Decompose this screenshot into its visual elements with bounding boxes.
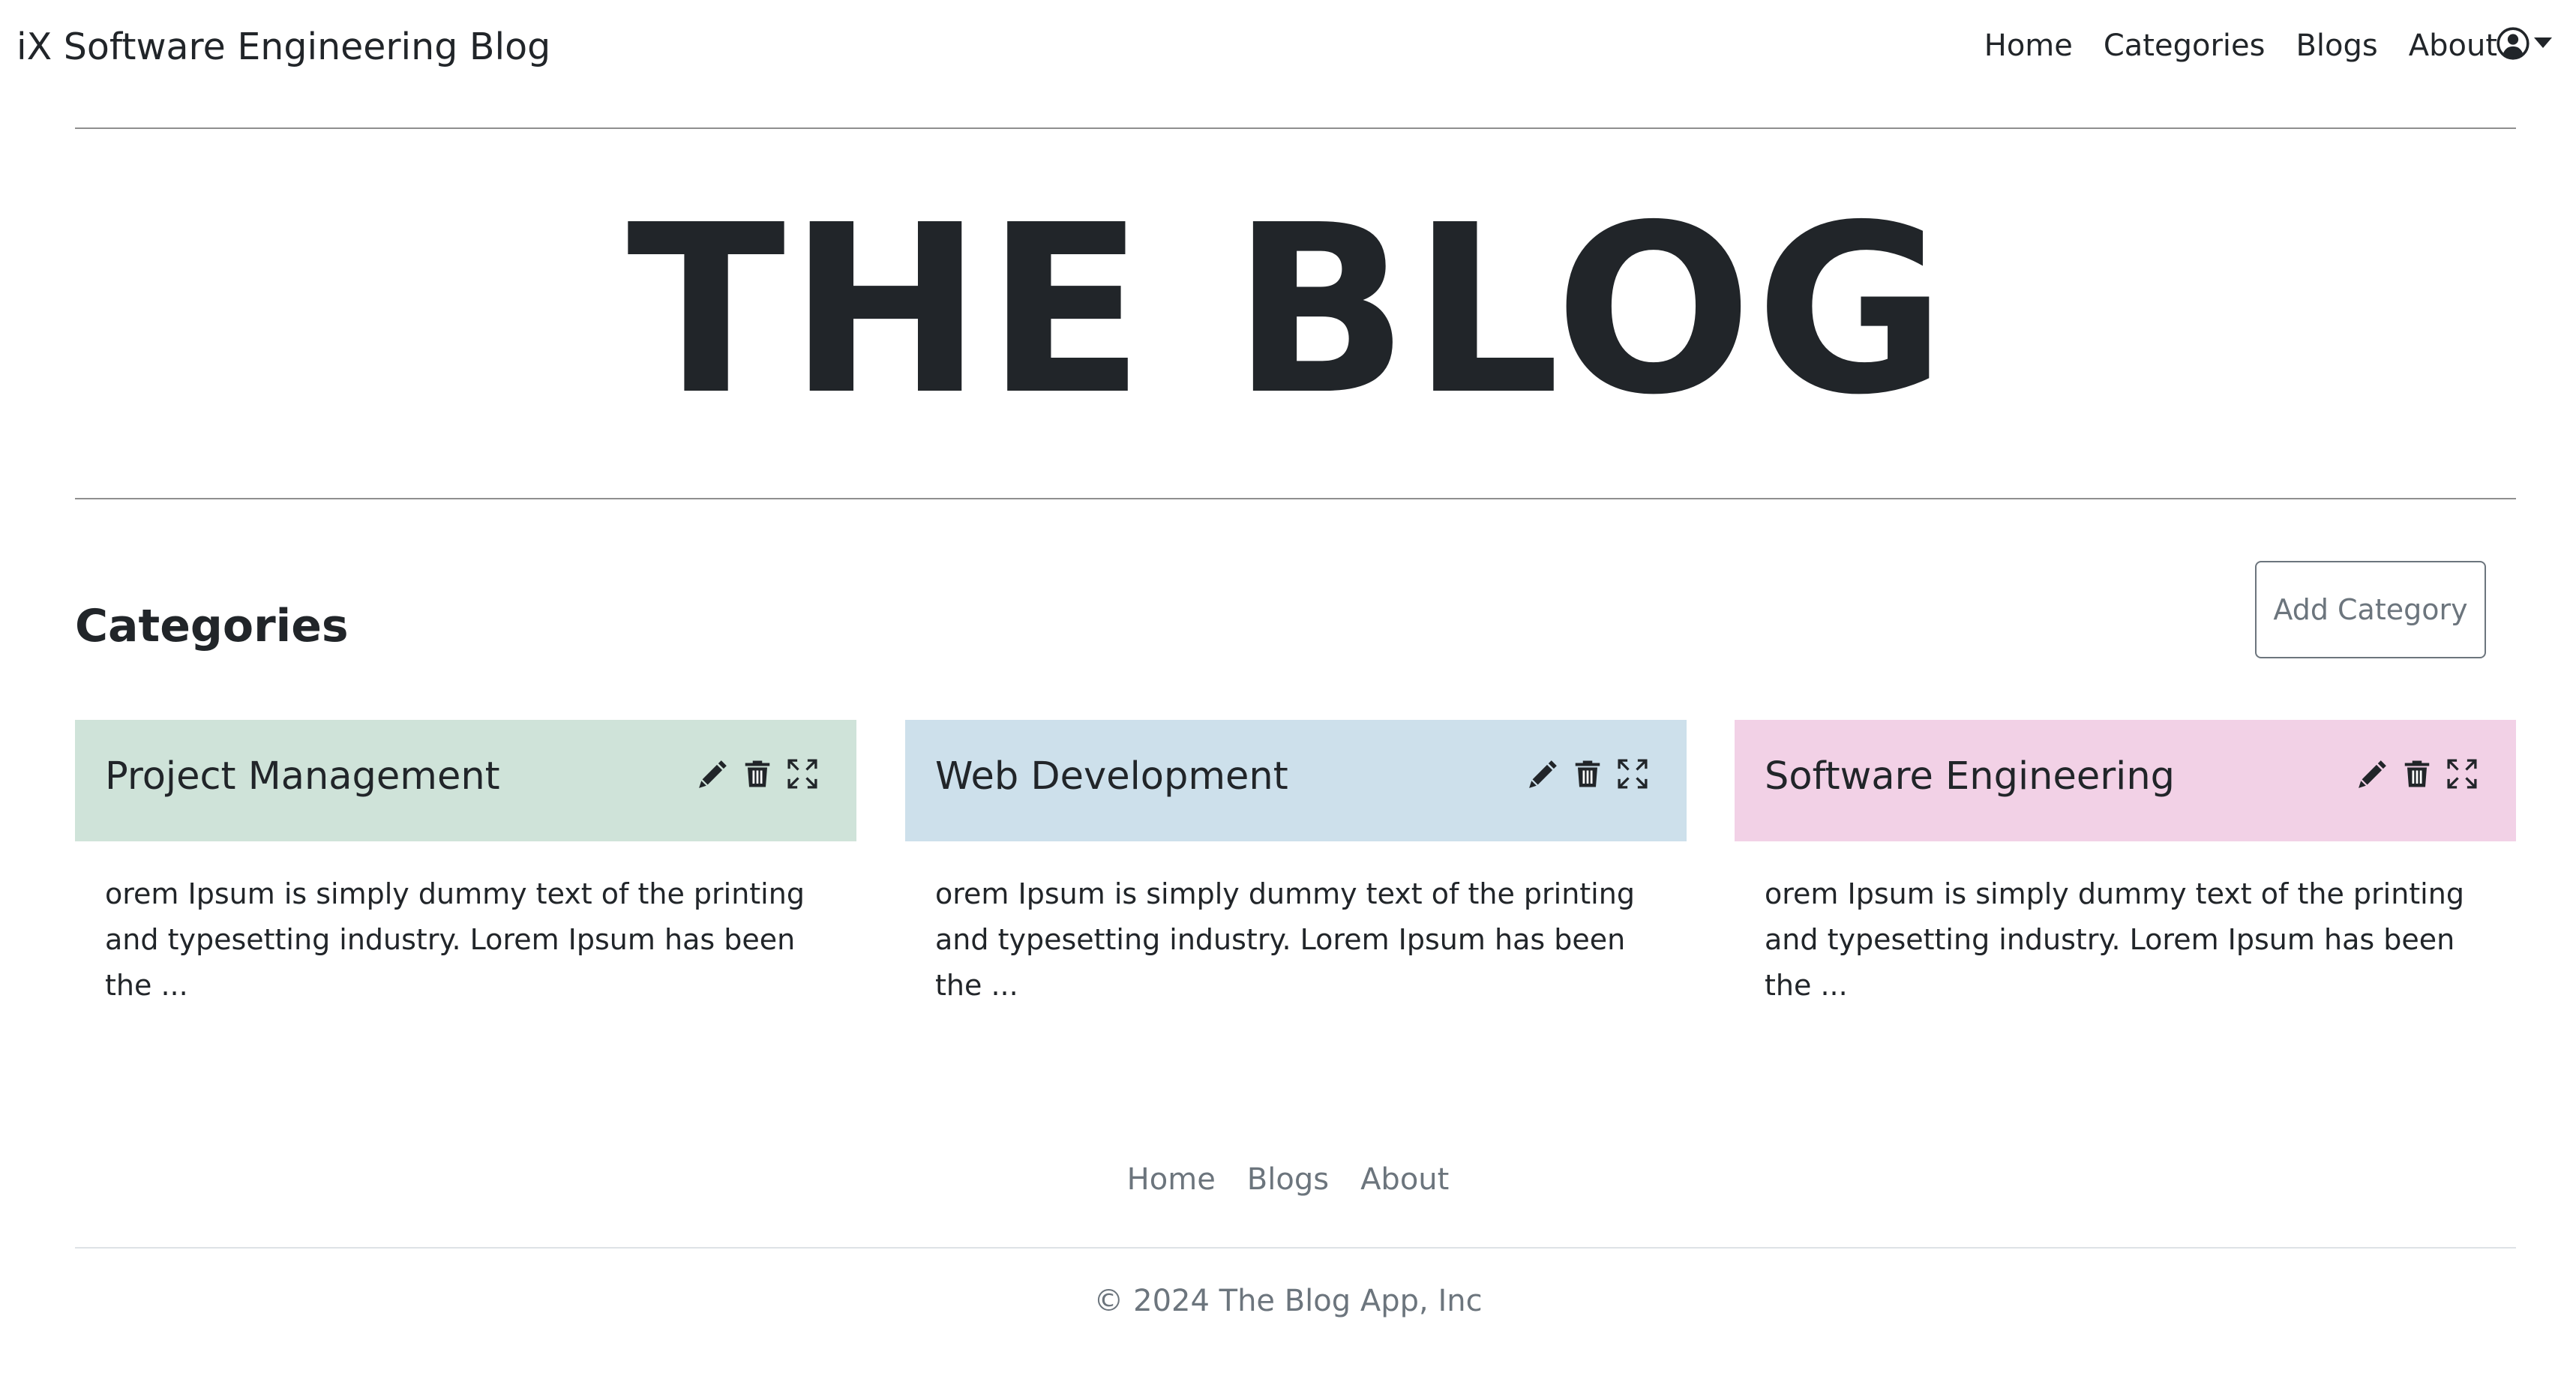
add-category-button[interactable]: Add Category bbox=[2255, 561, 2486, 658]
footer-nav: Home Blogs About bbox=[0, 1162, 2576, 1197]
card-description: orem Ipsum is simply dummy text of the p… bbox=[1765, 877, 2464, 1002]
card-actions bbox=[1514, 757, 1649, 790]
card-title: Web Development bbox=[935, 754, 1288, 799]
trash-icon[interactable] bbox=[1573, 758, 1603, 790]
category-cards: Project Management orem Ipsum is simply … bbox=[75, 720, 2516, 1002]
nav-link-about[interactable]: About bbox=[2409, 28, 2497, 63]
hero-title: THE BLOG bbox=[626, 175, 1950, 446]
nav-links: Home Categories Blogs About bbox=[1954, 28, 2497, 63]
pencil-icon[interactable] bbox=[2357, 758, 2389, 790]
footer-link-home[interactable]: Home bbox=[1127, 1162, 1216, 1197]
card-description: orem Ipsum is simply dummy text of the p… bbox=[935, 877, 1635, 1002]
hero-divider bbox=[75, 498, 2516, 499]
copyright-text: © 2024 The Blog App, Inc bbox=[1093, 1284, 1483, 1318]
user-menu-toggle[interactable] bbox=[2497, 27, 2552, 60]
card-title: Software Engineering bbox=[1765, 754, 2176, 799]
caret-down-icon bbox=[2534, 37, 2552, 48]
card-actions bbox=[684, 757, 819, 790]
expand-icon[interactable] bbox=[786, 757, 819, 790]
trash-icon[interactable] bbox=[2402, 758, 2432, 790]
pencil-icon[interactable] bbox=[1528, 758, 1559, 790]
footer-link-about[interactable]: About bbox=[1360, 1162, 1449, 1197]
card-description: orem Ipsum is simply dummy text of the p… bbox=[105, 877, 805, 1002]
category-card-web-development: Web Development orem Ipsum is simply dum… bbox=[905, 720, 1687, 1002]
navbar: iX Software Engineering Blog Home Catego… bbox=[0, 0, 2576, 94]
card-title: Project Management bbox=[105, 754, 500, 799]
category-card-project-management: Project Management orem Ipsum is simply … bbox=[75, 720, 856, 1002]
nav-link-home[interactable]: Home bbox=[1984, 28, 2073, 63]
category-card-software-engineering: Software Engineering orem Ipsum is simpl… bbox=[1735, 720, 2516, 1002]
card-actions bbox=[2344, 757, 2479, 790]
nav-link-categories[interactable]: Categories bbox=[2104, 28, 2266, 63]
card-header: Software Engineering bbox=[1735, 720, 2516, 841]
user-circle-icon bbox=[2497, 27, 2530, 60]
expand-icon[interactable] bbox=[1616, 757, 1649, 790]
top-divider bbox=[75, 127, 2516, 129]
trash-icon[interactable] bbox=[742, 758, 772, 790]
footer-divider bbox=[75, 1247, 2516, 1249]
card-header: Web Development bbox=[905, 720, 1687, 841]
brand-link[interactable]: iX Software Engineering Blog bbox=[16, 25, 550, 68]
footer-link-blogs[interactable]: Blogs bbox=[1247, 1162, 1329, 1197]
card-header: Project Management bbox=[75, 720, 856, 841]
categories-heading: Categories bbox=[75, 600, 349, 652]
nav-link-blogs[interactable]: Blogs bbox=[2296, 28, 2377, 63]
expand-icon[interactable] bbox=[2446, 757, 2479, 790]
pencil-icon[interactable] bbox=[697, 758, 729, 790]
